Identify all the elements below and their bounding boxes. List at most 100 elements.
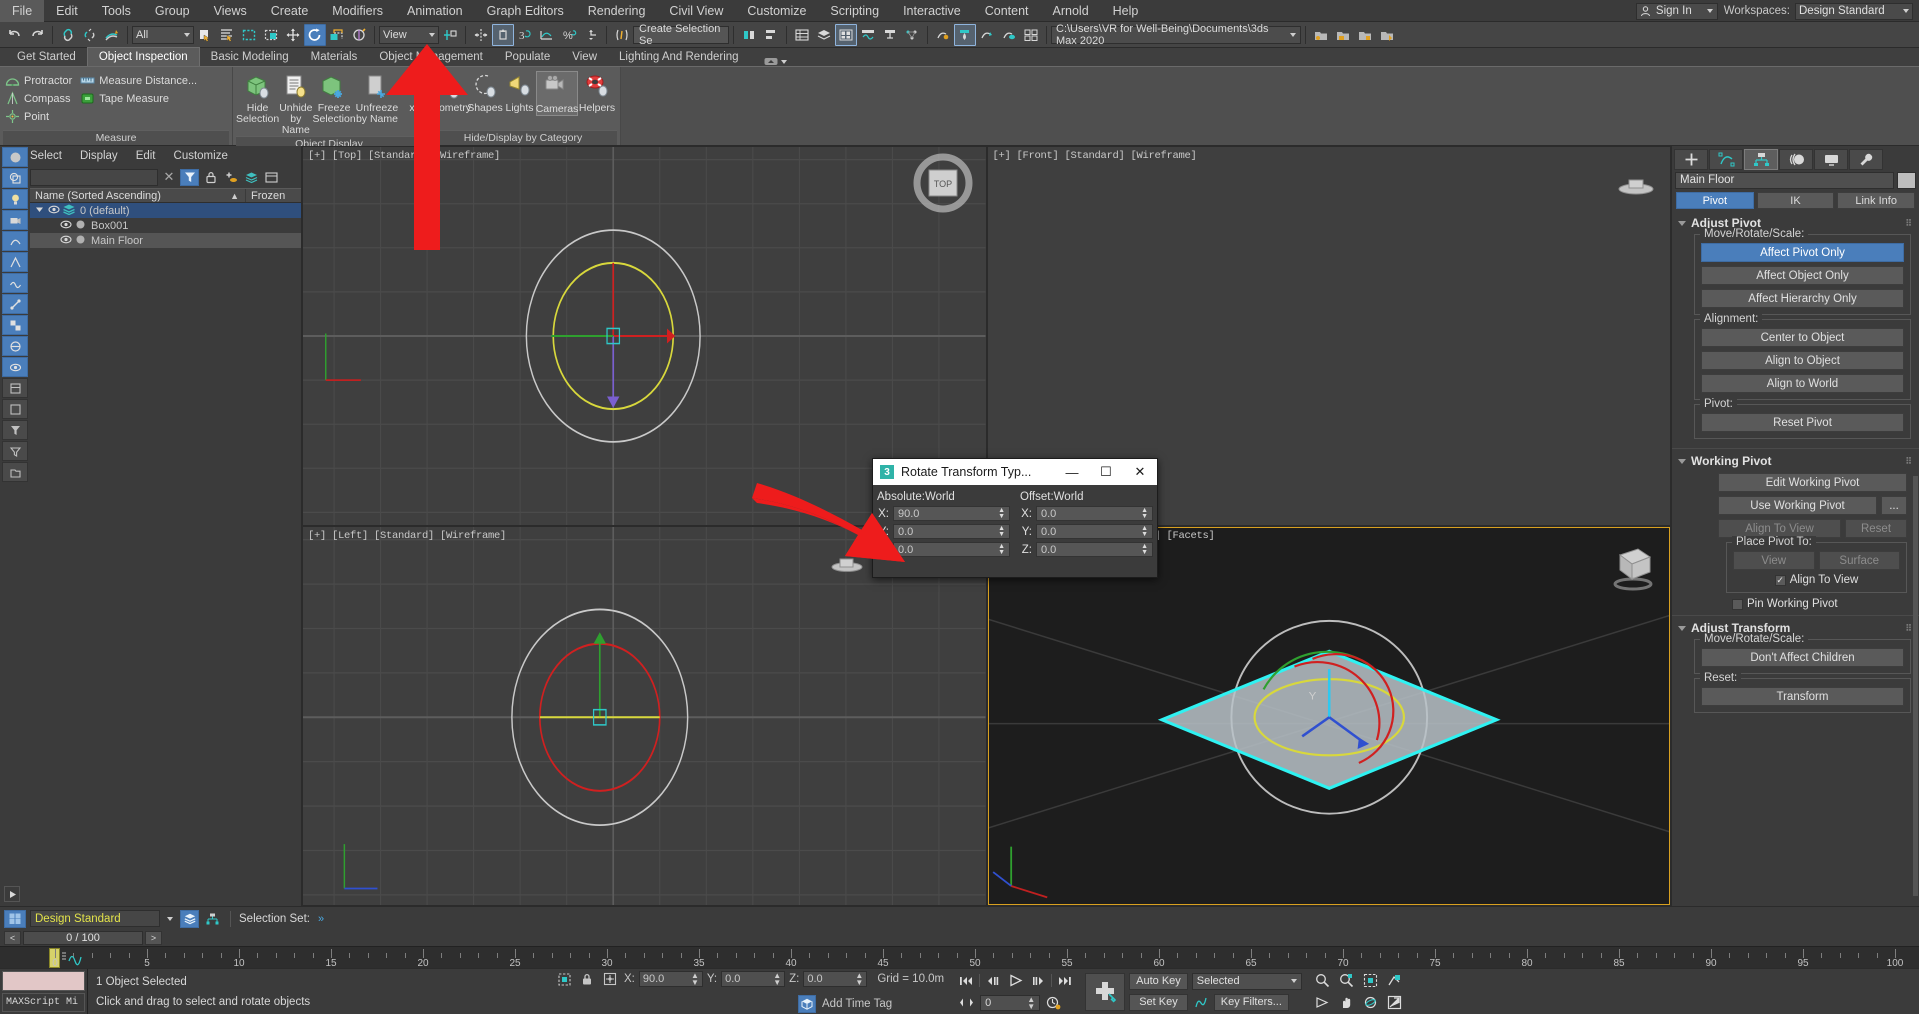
dialog-titlebar[interactable]: 3 Rotate Transform Typ... — ☐ ✕: [873, 459, 1157, 485]
slate-material-editor-icon[interactable]: [857, 24, 879, 46]
mirror-objects-icon[interactable]: [738, 24, 760, 46]
open-asset-tracking-icon[interactable]: [1020, 24, 1042, 46]
tab-modify[interactable]: [1709, 148, 1743, 170]
ribbon-button-lights[interactable]: Lights: [503, 71, 536, 116]
align-to-world-button[interactable]: Align to World: [1701, 374, 1904, 393]
zoom-all-icon[interactable]: [1336, 972, 1357, 990]
viewport-label-top[interactable]: [+] [Top] [Standard] [Wireframe]: [308, 150, 500, 162]
select-object-icon[interactable]: [194, 24, 216, 46]
scene-explorer-status-icon[interactable]: [203, 910, 222, 928]
menu-item-views[interactable]: Views: [202, 0, 259, 22]
menu-item-edit[interactable]: Edit: [44, 0, 90, 22]
workspace-status-combo[interactable]: Design Standard: [30, 910, 160, 927]
lock-icon[interactable]: [203, 169, 219, 185]
table-row[interactable]: 0 (default): [30, 203, 301, 218]
subtab-ik[interactable]: IK: [1756, 192, 1835, 209]
expand-more-icon[interactable]: »: [318, 913, 324, 925]
viewport-perspective[interactable]: [+] [Perspective] [Standard] [Facets]: [987, 527, 1670, 905]
table-row[interactable]: Main Floor: [30, 233, 301, 248]
reference-coordinate-combo[interactable]: View: [379, 25, 439, 44]
previous-frame-icon[interactable]: [982, 972, 1003, 990]
affect-hierarchy-only-button[interactable]: Affect Hierarchy Only: [1701, 289, 1904, 308]
timeline-ruler[interactable]: 0 5 10 15 20 25 30 35 40 45 50 55 60 65 70 75 80 85 90 95 10…: [0, 946, 1919, 969]
coord-x-field[interactable]: 90.0 ▲ ▼: [638, 971, 703, 987]
expand-arrow-icon[interactable]: [35, 205, 44, 217]
offset-x-field[interactable]: 0.0 ▲ ▼: [1036, 506, 1153, 521]
rail-containers-icon[interactable]: [2, 462, 28, 482]
play-animation-icon[interactable]: [1005, 972, 1026, 990]
absolute-relative-toggle-icon[interactable]: [600, 971, 620, 988]
workspace-switch-icon[interactable]: [4, 909, 26, 928]
rail-groups-icon[interactable]: [2, 315, 28, 335]
layer-explorer-status-icon[interactable]: [180, 909, 199, 928]
absolute-z-field[interactable]: 0.0 ▲ ▼: [893, 542, 1010, 557]
menu-item-civil-view[interactable]: Civil View: [657, 0, 735, 22]
rail-visibility-icon[interactable]: [2, 357, 28, 377]
coord-y-field[interactable]: 0.0 ▲ ▼: [721, 971, 786, 987]
rail-lights-icon[interactable]: [2, 189, 28, 209]
maximize-button[interactable]: ☐: [1089, 459, 1123, 485]
project-folder-icon-2[interactable]: [1332, 24, 1354, 46]
scene-explorer-icon[interactable]: [791, 24, 813, 46]
project-folder-icon-4[interactable]: [1376, 24, 1398, 46]
spinner-icon[interactable]: ▲ ▼: [998, 543, 1005, 556]
menu-item-modifiers[interactable]: Modifiers: [320, 0, 395, 22]
select-and-rotate-icon[interactable]: [304, 23, 326, 46]
layers-icon[interactable]: [243, 169, 259, 185]
ribbon-tab-populate[interactable]: Populate: [494, 48, 561, 66]
selection-lock-icon[interactable]: [578, 971, 596, 988]
align-to-object-button[interactable]: Align to Object: [1701, 351, 1904, 370]
track-view-mini-icon[interactable]: [60, 950, 86, 966]
pan-view-icon[interactable]: [1336, 994, 1357, 1012]
spinner-icon[interactable]: ▲ ▼: [998, 525, 1005, 538]
current-frame-field[interactable]: 0 ▲ ▼: [980, 994, 1041, 1011]
select-by-name-icon[interactable]: [216, 24, 238, 46]
maximize-viewport-toggle-icon[interactable]: [1384, 994, 1405, 1012]
tab-utilities[interactable]: [1849, 148, 1883, 170]
use-pivot-point-center-icon[interactable]: [439, 24, 461, 46]
view-cube-left[interactable]: [826, 547, 868, 577]
rail-helpers-icon[interactable]: [2, 252, 28, 272]
column-header-frozen[interactable]: Frozen: [246, 189, 301, 202]
select-and-move-icon[interactable]: [282, 24, 304, 46]
selection-lock-region-icon[interactable]: [554, 971, 574, 988]
subtab-pivot[interactable]: Pivot: [1676, 192, 1754, 209]
go-to-end-icon[interactable]: [1054, 972, 1075, 990]
project-folder-icon-3[interactable]: [1354, 24, 1376, 46]
view-cube-top[interactable]: TOP: [908, 153, 978, 219]
coord-z-field[interactable]: 0.0 ▲ ▼: [803, 971, 868, 987]
tab-hierarchy[interactable]: [1744, 148, 1778, 170]
key-filters-button[interactable]: Key Filters...: [1213, 993, 1289, 1011]
rail-xrefs-icon[interactable]: [2, 336, 28, 356]
key-mode-combo[interactable]: Selected: [1191, 972, 1302, 990]
mirror-icon[interactable]: [470, 24, 492, 46]
pin-working-pivot-checkbox[interactable]: Pin Working Pivot: [1718, 598, 1907, 610]
auto-key-button[interactable]: Auto Key: [1129, 972, 1188, 990]
eye-icon[interactable]: [48, 205, 60, 217]
ribbon-tab-lighting-and-rendering[interactable]: Lighting And Rendering: [608, 48, 750, 66]
reset-working-pivot-button[interactable]: Reset: [1845, 519, 1907, 538]
spinner-icon[interactable]: ▲ ▼: [691, 972, 699, 987]
eye-icon[interactable]: [60, 220, 72, 232]
object-name-field[interactable]: Main Floor: [1675, 171, 1894, 189]
menu-item-tools[interactable]: Tools: [90, 0, 143, 22]
explorer-menu-display[interactable]: Display: [80, 150, 118, 162]
reset-pivot-button[interactable]: Reset Pivot: [1701, 413, 1904, 432]
ribbon-button-unfreeze-by-name[interactable]: Unfreeze by Name: [356, 71, 398, 136]
viewport-label-front[interactable]: [+] [Front] [Standard] [Wireframe]: [993, 150, 1197, 162]
rail-toggle-all-icon[interactable]: [2, 147, 28, 167]
select-and-place-icon[interactable]: [348, 24, 370, 46]
frame-counter-field[interactable]: 0 / 100: [23, 931, 143, 945]
maxscript-input-pane[interactable]: MAXScript Mi: [2, 992, 85, 1012]
ribbon-tab-object-inspection[interactable]: Object Inspection: [86, 47, 200, 66]
offset-y-field[interactable]: 0.0 ▲ ▼: [1036, 524, 1153, 539]
angle-snap-icon[interactable]: [580, 24, 602, 46]
field-of-view-icon[interactable]: [1312, 994, 1333, 1012]
menu-item-create[interactable]: Create: [259, 0, 321, 22]
minimize-button[interactable]: —: [1055, 459, 1089, 485]
zoom-region-icon[interactable]: [1384, 972, 1405, 990]
render-frame-window-icon[interactable]: [901, 24, 923, 46]
close-icon[interactable]: ✕: [1123, 459, 1157, 485]
key-mode-toggle-icon[interactable]: [956, 994, 977, 1012]
ribbon-tab-get-started[interactable]: Get Started: [6, 48, 87, 66]
